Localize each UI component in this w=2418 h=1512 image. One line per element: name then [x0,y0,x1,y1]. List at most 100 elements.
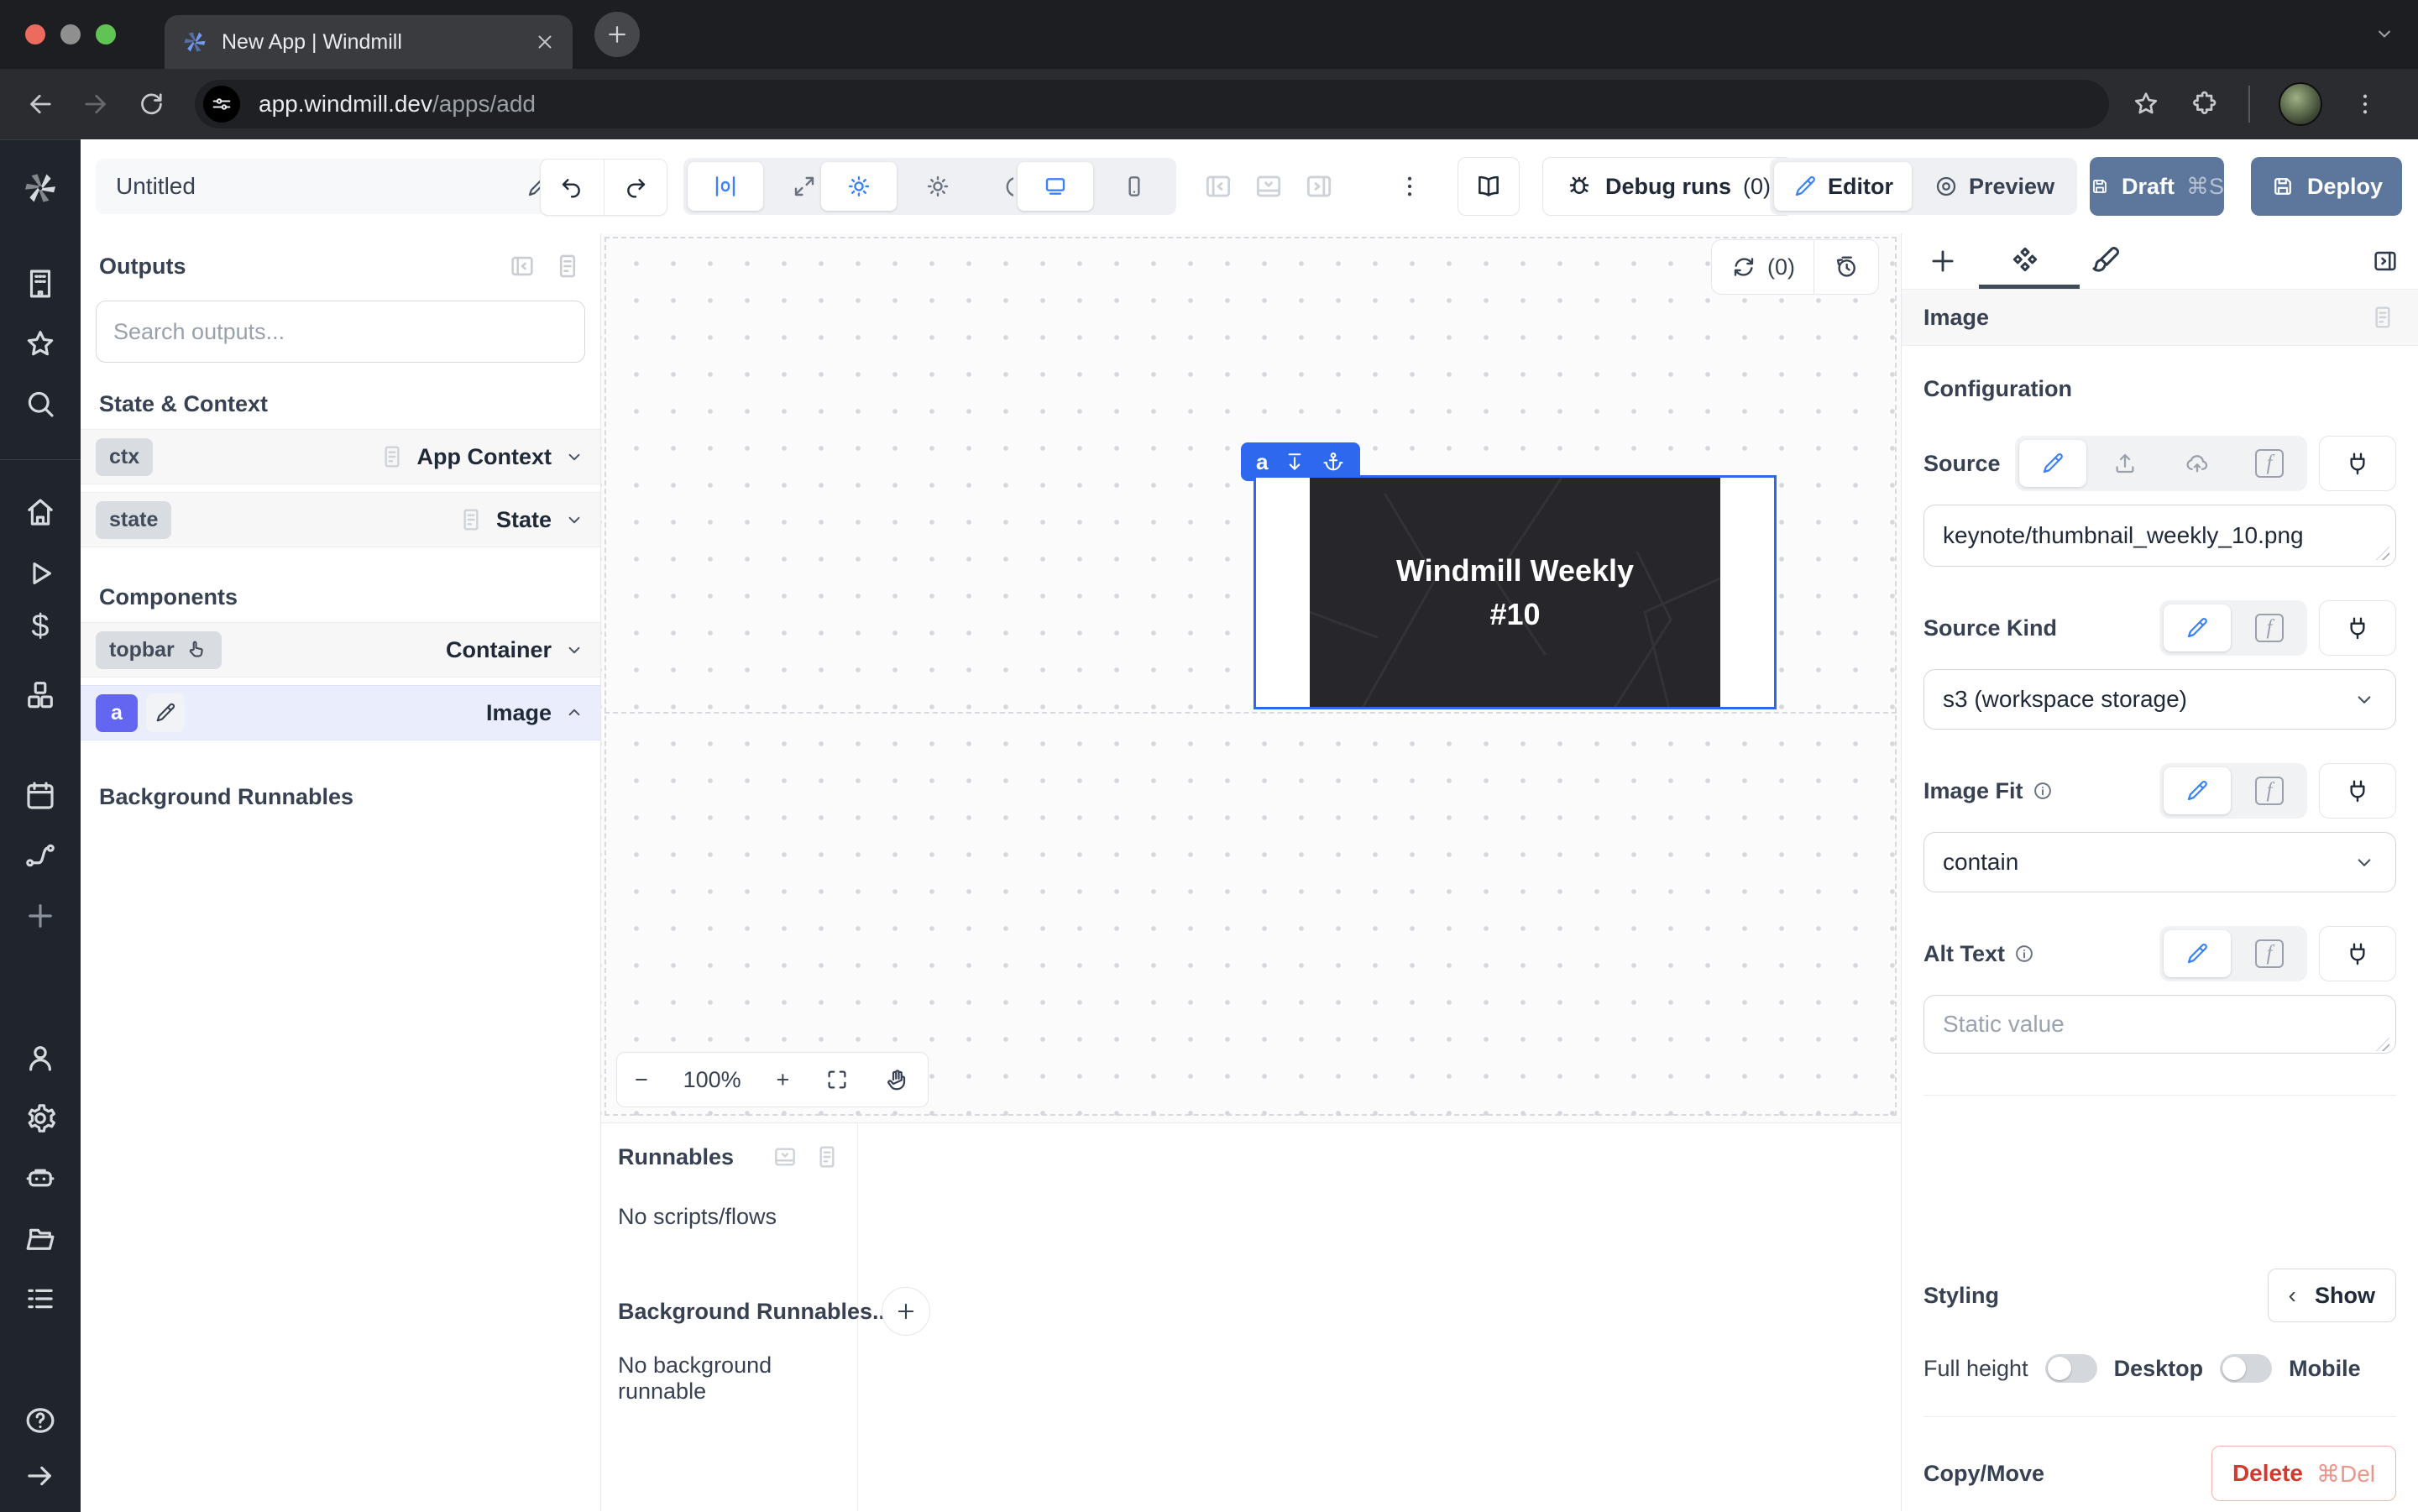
back-icon[interactable] [25,89,55,119]
favorites-star-icon[interactable] [23,327,58,362]
flows-icon[interactable] [23,838,58,873]
save-draft-button[interactable]: Draft ⌘S [2090,157,2224,216]
rename-component-button[interactable] [146,693,185,732]
schedules-icon[interactable] [23,778,58,814]
preview-tab[interactable]: Preview [1915,162,2073,211]
alt-text-connect-button[interactable] [2319,926,2396,981]
app-name-field[interactable] [96,159,569,214]
forward-icon[interactable] [81,89,111,119]
toggle-bottom-panel-icon[interactable] [1253,170,1285,202]
tab-search-chevron[interactable] [2373,22,2396,45]
toggle-right-panel-icon[interactable] [1303,170,1335,202]
history-button[interactable] [1814,240,1878,294]
mobile-view-button[interactable] [1096,162,1172,211]
image-fit-static-mode-button[interactable] [2164,767,2231,814]
image-fit-select[interactable]: contain [1923,832,2396,892]
runnables-doc-icon[interactable] [814,1143,840,1170]
help-icon[interactable] [23,1403,58,1438]
windmill-logo[interactable] [21,169,60,207]
full-height-desktop-toggle[interactable] [2045,1354,2097,1383]
source-kind-static-mode-button[interactable] [2164,604,2231,651]
browser-tab[interactable]: New App | Windmill [165,15,573,69]
redo-button[interactable] [604,160,667,215]
search-icon[interactable] [23,386,58,421]
zoom-window-button[interactable] [96,24,116,44]
deploy-button[interactable]: Deploy [2251,157,2402,216]
source-upload-button[interactable] [2091,440,2159,487]
source-connect-button[interactable] [2319,436,2396,491]
users-icon[interactable] [23,1040,58,1075]
output-row-state[interactable]: state State [81,492,600,547]
anchor-icon[interactable] [1322,450,1345,473]
home-icon[interactable] [23,494,58,530]
chevron-down-icon[interactable] [563,639,585,661]
source-kind-fx-mode-button[interactable]: f [2236,604,2303,651]
url-text[interactable]: app.windmill.dev/apps/add [259,91,536,118]
collapse-right-panel-button[interactable] [2371,247,2400,275]
expand-sidebar-icon[interactable] [23,1458,58,1494]
collapse-panel-icon[interactable] [508,252,536,280]
extensions-icon[interactable] [2190,89,2220,119]
chevron-down-icon[interactable] [563,509,585,531]
output-row-ctx[interactable]: ctx App Context [81,429,600,484]
outputs-doc-icon[interactable] [553,252,582,280]
undo-button[interactable] [541,160,604,215]
close-window-button[interactable] [25,24,45,44]
full-height-mobile-toggle[interactable] [2220,1354,2272,1383]
resources-icon[interactable] [23,678,58,713]
info-icon[interactable] [2032,780,2054,802]
runs-icon[interactable] [23,556,58,591]
state-badge[interactable]: state [96,501,171,539]
alt-text-input[interactable] [1923,995,2396,1054]
add-background-runnable-button[interactable] [882,1287,930,1336]
zoom-out-button[interactable]: − [635,1067,648,1093]
settings-gear-icon[interactable] [23,1101,58,1136]
theme-auto-button[interactable] [821,162,897,211]
more-options-button[interactable] [1395,139,1424,233]
styling-tab[interactable] [2066,244,2148,278]
pan-hand-icon[interactable] [885,1067,910,1092]
topbar-badge[interactable]: topbar [96,631,222,669]
zoom-in-button[interactable]: + [777,1067,790,1093]
toggle-left-panel-icon[interactable] [1202,170,1234,202]
minimize-window-button[interactable] [60,24,81,44]
delete-component-button[interactable]: Delete ⌘Del [2211,1446,2396,1501]
reload-icon[interactable] [136,89,166,119]
close-tab-icon[interactable] [534,31,556,53]
refresh-app-button[interactable]: (0) [1712,240,1814,294]
chevron-up-icon[interactable] [563,702,585,724]
theme-light-button[interactable] [900,162,976,211]
folders-icon[interactable] [23,1221,58,1256]
editor-tab[interactable]: Editor [1774,162,1912,211]
window-controls[interactable] [25,24,116,44]
debug-runs-button[interactable]: Debug runs (0) [1542,157,1793,216]
a-badge[interactable]: a [96,694,138,732]
fit-view-icon[interactable] [824,1067,850,1092]
ctx-badge[interactable]: ctx [96,438,153,476]
docs-button[interactable] [1458,157,1520,216]
source-kind-connect-button[interactable] [2319,600,2396,656]
component-doc-icon[interactable] [2369,304,2396,331]
usage-icon[interactable]: $ [31,610,49,642]
component-settings-tab[interactable] [1984,244,2066,278]
workspace-icon[interactable] [23,266,58,301]
outputs-search-input[interactable] [96,301,585,363]
source-s3-upload-button[interactable] [2164,440,2231,487]
insert-component-tab[interactable] [1902,245,1984,277]
desktop-view-button[interactable] [1018,162,1093,211]
show-styling-button[interactable]: ‹ Show [2268,1269,2396,1322]
centered-layout-button[interactable] [688,162,763,211]
collapse-bottom-panel-icon[interactable] [772,1143,798,1170]
site-settings-icon[interactable] [203,86,240,123]
source-input[interactable] [1923,505,2396,567]
app-canvas[interactable]: (0) a Windmill Weekly #10 − 100% + [601,233,1901,1122]
image-fit-fx-mode-button[interactable]: f [2236,767,2303,814]
new-tab-button[interactable] [594,12,640,57]
profile-avatar[interactable] [2279,82,2322,126]
app-name-input[interactable] [114,172,526,201]
expand-down-icon[interactable] [1283,450,1306,473]
component-row-a[interactable]: a Image [81,685,600,740]
source-kind-select[interactable]: s3 (workspace storage) [1923,669,2396,730]
browser-menu-icon[interactable] [2351,90,2379,118]
add-icon[interactable] [23,898,58,934]
